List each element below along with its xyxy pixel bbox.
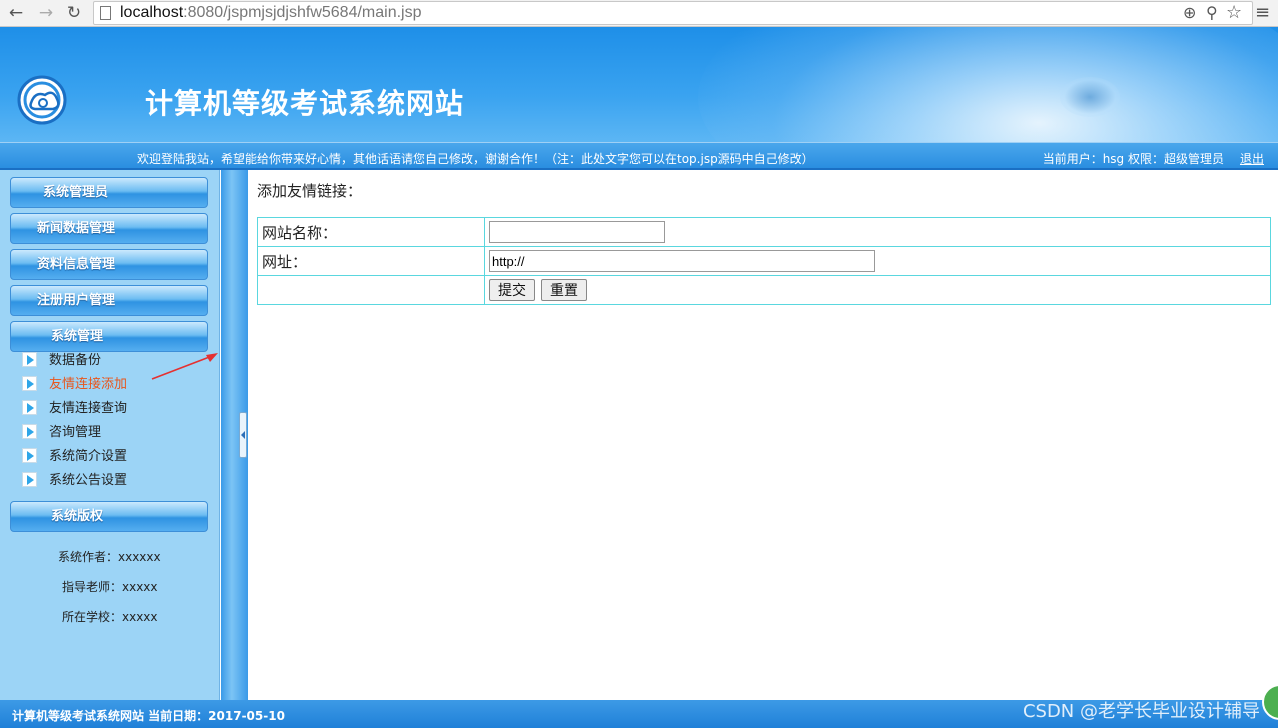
add-link-form: 网站名称： 网址： 提交重置	[257, 217, 1271, 305]
arrow-right-icon[interactable]: →	[36, 3, 56, 23]
play-arrow-icon	[22, 400, 37, 415]
welcome-marquee: 欢迎登陆我站，希望能给你带来好心情，其他话语请您自己修改，谢谢合作！（注：此处文…	[137, 152, 814, 166]
url-label: 网址：	[257, 246, 485, 276]
form-cell	[257, 275, 485, 305]
form-cell	[484, 246, 1271, 276]
current-user-info: 当前用户：hsg 权限：超级管理员	[1042, 152, 1224, 166]
site-name-input[interactable]	[489, 221, 665, 243]
menu-registered-users[interactable]: 注册用户管理	[10, 285, 208, 316]
menu-label: 系统管理员	[43, 185, 109, 200]
sidebar-item-link-query[interactable]: 友情连接查询	[22, 400, 127, 418]
menu-news-data[interactable]: 新闻数据管理	[10, 213, 208, 244]
annotation-arrow-icon	[151, 353, 218, 380]
menu-system-manage[interactable]: 系统管理	[10, 321, 208, 352]
menu-label: 注册用户管理	[37, 293, 116, 308]
main-content: 添加友情链接： 网站名称： 网址： 提交重置	[248, 170, 1278, 700]
sidebar-item-link-add[interactable]: 友情连接添加	[22, 376, 127, 394]
menu-material-info[interactable]: 资料信息管理	[10, 249, 208, 280]
sidebar: 系统管理员 新闻数据管理 资料信息管理 注册用户管理 系统管理 数据备份 友情连…	[0, 170, 220, 700]
play-arrow-icon	[22, 376, 37, 391]
sidebar-item-label: 友情连接添加	[49, 377, 128, 392]
logout-link[interactable]: 退出	[1240, 150, 1264, 167]
sidebar-item-consult[interactable]: 咨询管理	[22, 424, 101, 442]
info-bar: 欢迎登陆我站，希望能给你带来好心情，其他话语请您自己修改，谢谢合作！（注：此处文…	[0, 142, 1278, 170]
form-row-site-name: 网站名称：	[257, 217, 1271, 247]
form-cell	[484, 217, 1271, 247]
menu-label: 系统版权	[51, 509, 104, 524]
browser-toolbar: ← → ↻ localhost:8080/jspmjsjdjshfw5684/m…	[0, 0, 1278, 27]
credit-teacher: 指导老师：xxxxx	[62, 580, 158, 594]
arrow-left-icon[interactable]: ←	[6, 3, 26, 23]
address-bar[interactable]: localhost:8080/jspmjsjdjshfw5684/main.js…	[93, 1, 1253, 25]
sidebar-item-notice[interactable]: 系统公告设置	[22, 472, 127, 490]
play-arrow-icon	[22, 352, 37, 367]
play-arrow-icon	[22, 448, 37, 463]
form-cell: 提交 重置	[484, 275, 1271, 305]
site-title: 计算机等级考试系统网站	[145, 87, 465, 120]
submit-button[interactable]: 提交	[489, 279, 535, 301]
menu-icon[interactable]: ≡	[1255, 3, 1270, 23]
sidebar-item-label: 系统简介设置	[49, 449, 128, 464]
banner-decoration	[698, 27, 1278, 142]
banner-decoration-eye	[1060, 77, 1120, 117]
url-text: localhost:8080/jspmjsjdjshfw5684/main.js…	[120, 4, 422, 21]
menu-system-admin[interactable]: 系统管理员	[10, 177, 208, 208]
sidebar-item-label: 系统公告设置	[49, 473, 128, 488]
csdn-watermark: CSDN @老学长毕业设计辅导	[1022, 701, 1260, 722]
page-icon	[100, 6, 111, 20]
site-logo-icon	[17, 75, 67, 125]
form-row-url: 网址：	[257, 246, 1271, 276]
url-input[interactable]	[489, 250, 875, 272]
menu-label: 资料信息管理	[37, 257, 116, 272]
play-arrow-icon	[22, 472, 37, 487]
zoom-icon[interactable]: ⊕	[1183, 3, 1196, 23]
key-icon[interactable]: ⚲	[1206, 3, 1218, 23]
menu-label: 系统管理	[51, 329, 104, 344]
sidebar-item-intro[interactable]: 系统简介设置	[22, 448, 127, 466]
form-row-actions: 提交 重置	[257, 275, 1271, 305]
sidebar-splitter[interactable]	[221, 170, 248, 700]
reset-button[interactable]: 重置	[541, 279, 587, 301]
site-name-label: 网站名称：	[257, 217, 485, 247]
collapse-sidebar-handle[interactable]	[239, 412, 247, 458]
sidebar-item-label: 咨询管理	[49, 425, 102, 440]
sidebar-item-label: 数据备份	[49, 353, 102, 368]
menu-label: 新闻数据管理	[37, 221, 116, 236]
page-title: 添加友情链接：	[257, 182, 363, 200]
credit-author: 系统作者：xxxxxx	[58, 550, 161, 564]
star-icon[interactable]: ☆	[1226, 3, 1242, 23]
sidebar-item-label: 友情连接查询	[49, 401, 128, 416]
reload-icon[interactable]: ↻	[64, 3, 84, 23]
play-arrow-icon	[22, 424, 37, 439]
credit-school: 所在学校：xxxxx	[62, 610, 158, 624]
site-banner: 计算机等级考试系统网站	[0, 27, 1278, 142]
footer-text: 计算机等级考试系统网站 当前日期：2017-05-10	[12, 709, 285, 723]
menu-copyright[interactable]: 系统版权	[10, 501, 208, 532]
sidebar-item-data-backup[interactable]: 数据备份	[22, 352, 101, 370]
